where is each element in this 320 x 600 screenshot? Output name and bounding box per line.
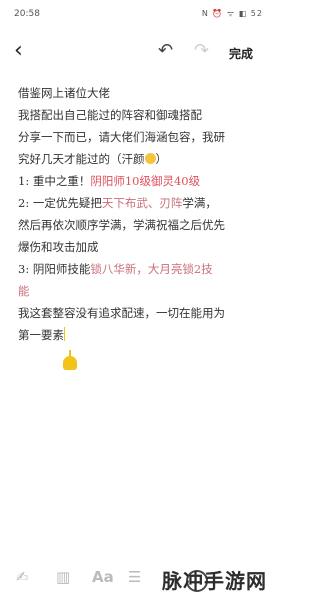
text-size-icon[interactable]: Aa (92, 568, 114, 586)
note-line: 我这套整容没有追求配速，一切在能用为 (18, 302, 260, 324)
note-text: 我搭配出自己能过的阵容和御魂搭配 (18, 108, 202, 122)
note-line: 爆伤和攻击加成 (18, 236, 260, 258)
done-button[interactable]: 完成 (229, 45, 253, 62)
note-line: 分享一下而已，请大佬们海涵包容，我研 (18, 126, 260, 148)
note-line: 第一要素 (18, 324, 260, 346)
note-text: 分享一下而已，请大佬们海涵包容，我研 (18, 130, 225, 144)
bottom-toolbar: ✍ ▥ Aa ☰ 脉冲手游网 (0, 560, 273, 600)
editor-toolbar: ‹ ↶ ↷ 完成 (0, 36, 273, 68)
note-line: 2: 一定优先疑把天下布武、刃阵学满， (18, 192, 260, 214)
note-text: 1: 重中之重！ (18, 174, 91, 188)
note-line: 能 (18, 280, 260, 302)
note-line: 借鉴网上诸位大佬 (18, 82, 260, 104)
back-icon[interactable]: ‹ (14, 38, 23, 64)
note-text: 爆伤和攻击加成 (18, 240, 99, 254)
note-text: ） (155, 152, 168, 166)
text-selection-handle[interactable] (63, 350, 77, 370)
highlight-text: 锁八华新，大月亮锁2技 (90, 262, 213, 276)
note-line: 3: 阴阳师技能锁八华新，大月亮锁2技 (18, 258, 260, 280)
layout-icon[interactable]: ▥ (56, 568, 70, 586)
note-text: 学满， (182, 196, 217, 210)
note-line: 究好几天才能过的（汗颜 ） (18, 148, 260, 170)
list-icon[interactable]: ☰ (128, 568, 141, 586)
text-cursor (64, 327, 65, 341)
redo-icon[interactable]: ↷ (194, 40, 209, 61)
watermark-text: 脉冲手游网 (162, 569, 267, 593)
sweat-emoji-icon (144, 153, 156, 164)
note-text: 3: 阴阳师技能 (18, 262, 91, 276)
note-text: 第一要素 (18, 328, 64, 342)
note-text: 然后再依次顺序学满，学满祝福之后优先 (18, 218, 225, 232)
note-text: 2: 一定优先疑把 (18, 196, 102, 210)
highlight-text: 阴阳师10级御灵40级 (90, 174, 201, 188)
highlight-text: 天下布武、刃阵 (101, 196, 183, 210)
highlight-text: 能 (18, 284, 30, 298)
note-line: 我搭配出自己能过的阵容和御魂搭配 (18, 104, 260, 126)
status-time: 20:58 (14, 9, 40, 19)
status-bar: 20:58 N ⏰ ᯤ ◧ 52 (0, 0, 273, 26)
note-text: 借鉴网上诸位大佬 (18, 86, 110, 100)
undo-icon[interactable]: ↶ (158, 40, 173, 61)
note-line: 然后再依次顺序学满，学满祝福之后优先 (18, 214, 260, 236)
note-body[interactable]: 借鉴网上诸位大佬我搭配出自己能过的阵容和御魂搭配分享一下而已，请大佬们海涵包容，… (18, 82, 260, 346)
note-text: 究好几天才能过的（汗颜 (18, 152, 145, 166)
note-line: 1: 重中之重！阴阳师10级御灵40级 (18, 170, 260, 192)
status-icons: N ⏰ ᯤ ◧ 52 (201, 9, 263, 18)
note-text: 我这套整容没有追求配速，一切在能用为 (18, 306, 225, 320)
format-icon[interactable]: ✍ (16, 568, 29, 586)
